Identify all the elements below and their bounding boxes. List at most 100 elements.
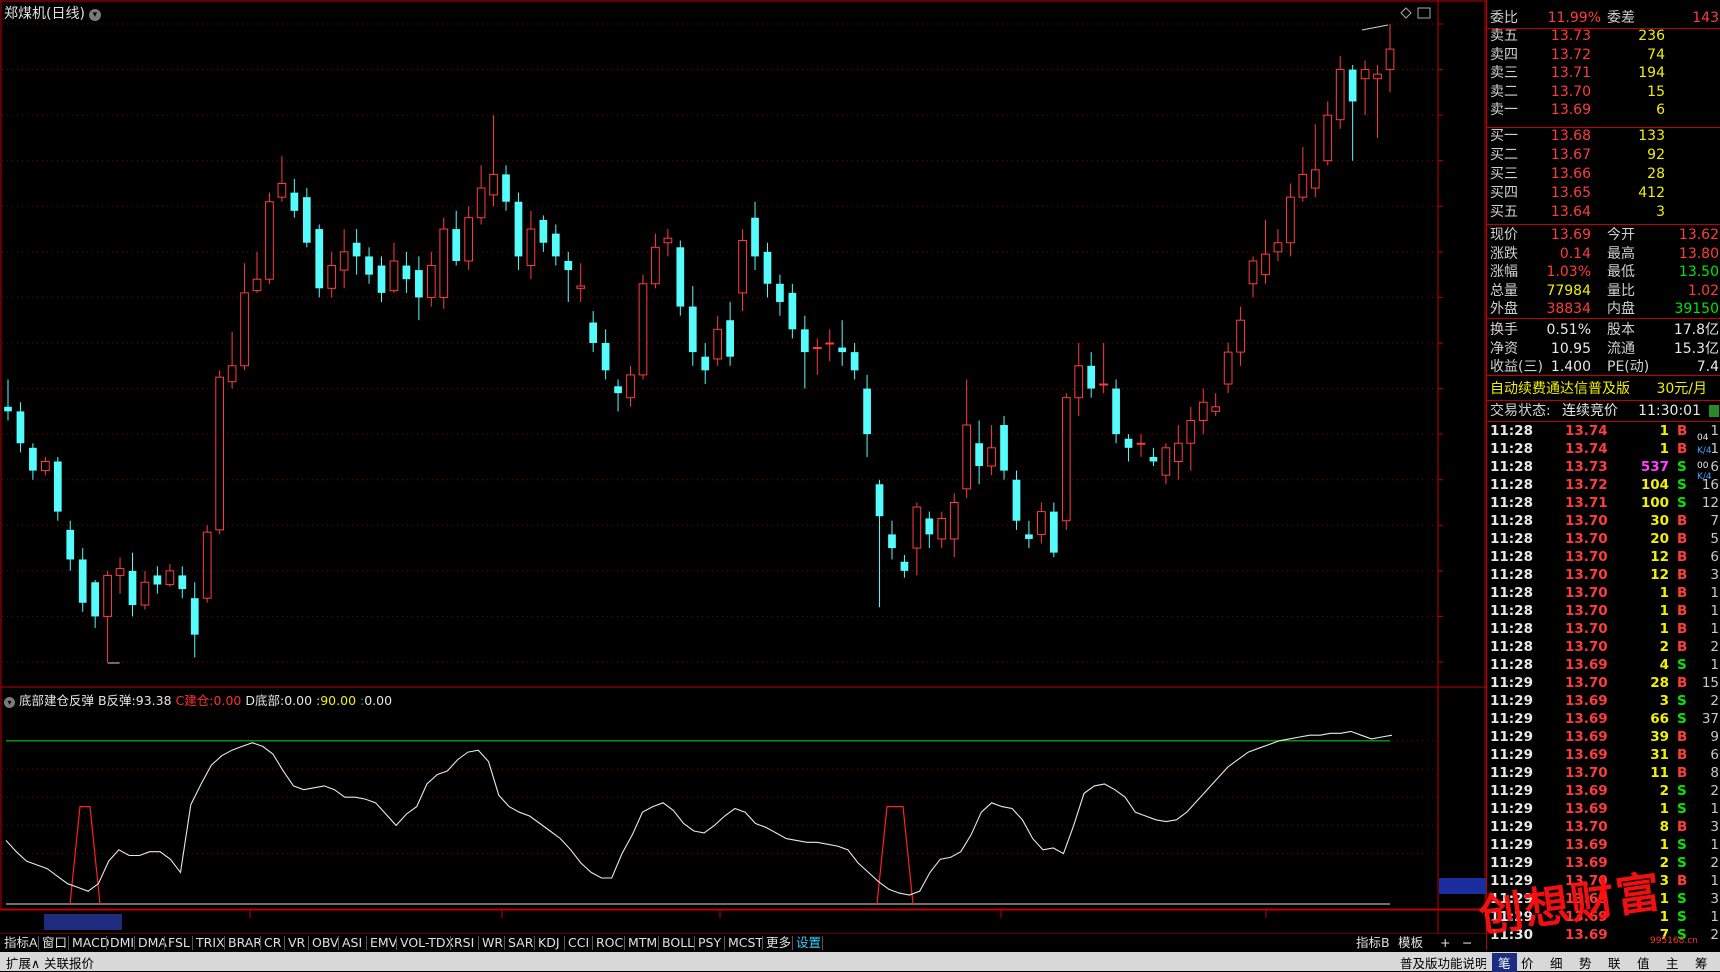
edition-info-link[interactable]: 普及版功能说明 (1400, 953, 1488, 972)
tab-vol-tdx[interactable]: VOL-TDX (400, 935, 454, 951)
panel-tab[interactable]: 价 (1521, 953, 1534, 972)
panel-tab[interactable]: 值 (1637, 953, 1650, 972)
tick-row: 11:28 13.70 2 B 2 (1487, 638, 1720, 656)
tab-cci[interactable]: CCI (568, 935, 589, 951)
stat-label: 涨跌 (1490, 245, 1518, 262)
tab-vr[interactable]: VR (288, 935, 305, 951)
tab-dmi[interactable]: DMI (110, 935, 134, 951)
stat-row: 外盘 38834 内盘 39150 (1487, 300, 1720, 318)
panel-tab[interactable]: 筹 (1695, 953, 1708, 972)
tab-a[interactable]: 指标A (4, 935, 38, 951)
tab-indicator-b[interactable]: 指标B (1356, 935, 1390, 951)
bid-price[interactable]: 13.66 (1551, 165, 1591, 183)
candle-body-up (1173, 442, 1183, 462)
tab-roc[interactable]: ROC (596, 935, 623, 951)
tab-fsl[interactable]: FSL (168, 935, 190, 951)
stock-title[interactable]: 郑煤机(日线) ▾ (4, 3, 101, 23)
tab-template[interactable]: 模板 (1398, 935, 1423, 951)
tick-price: 13.70 (1565, 549, 1608, 565)
indicator-name[interactable]: 底部建仓反弹 (19, 693, 94, 708)
promo-row[interactable]: 自动续费通达信普及版 30元/月 (1487, 380, 1720, 398)
tab-kdj[interactable]: KDJ (538, 935, 560, 951)
tab-trix[interactable]: TRIX (196, 935, 225, 951)
bid-price[interactable]: 13.64 (1551, 203, 1591, 221)
zoom-out-button[interactable]: − (1462, 935, 1472, 951)
candle-body-up (439, 228, 449, 298)
tab-brar[interactable]: BRAR (228, 935, 262, 951)
tick-price: 13.69 (1565, 837, 1608, 853)
panel-tab[interactable]: 联 (1608, 953, 1621, 972)
indicator-tab[interactable]: 设置 (796, 935, 821, 951)
ask-price[interactable]: 13.69 (1551, 101, 1591, 119)
candle-body-down (763, 251, 772, 284)
panel-tab[interactable]: 笔 (1492, 953, 1517, 972)
bid-price[interactable]: 13.68 (1551, 127, 1591, 145)
candle-body-down (1049, 511, 1058, 553)
tick-price: 13.69 (1565, 657, 1608, 673)
indicator-d-value: 0.00 (284, 693, 313, 708)
tick-side: B (1677, 819, 1688, 835)
tab-divider (38, 936, 39, 950)
tick-row: 11:28 13.70 12 B 6 (1487, 548, 1720, 566)
tick-count: 3 (1710, 819, 1719, 835)
ask-price[interactable]: 13.71 (1551, 64, 1591, 82)
indicator-dropdown-icon[interactable]: ▾ (4, 697, 15, 708)
tick-price: 13.70 (1565, 585, 1608, 601)
tab-sar[interactable]: SAR (508, 935, 533, 951)
tab-cr[interactable]: CR (264, 935, 281, 951)
candle-body-down (502, 174, 510, 202)
tab-dma[interactable]: DMA (138, 935, 167, 951)
expand-button[interactable]: 扩展∧ (6, 953, 40, 972)
tick-time: 11:29 (1490, 765, 1533, 781)
ask-price[interactable]: 13.72 (1551, 46, 1591, 64)
chart-canvas[interactable] (0, 0, 1486, 933)
promo-text[interactable]: 自动续费通达信普及版 (1490, 380, 1630, 398)
tab-rsi[interactable]: RSI (454, 935, 474, 951)
candle-body-down (29, 447, 37, 471)
tab-macd[interactable]: MACD (72, 935, 109, 951)
panel-tab[interactable]: 势 (1579, 953, 1592, 972)
bid-row: 买二 13.67 92 (1487, 146, 1720, 164)
promo-price[interactable]: 30元/月 (1656, 380, 1707, 398)
tick-volume: 39 (1650, 729, 1669, 745)
indicator-tab[interactable]: 更多 (766, 935, 791, 951)
tick-count: 1 (1710, 603, 1719, 619)
tab-psy[interactable]: PSY (698, 935, 721, 951)
tick-time: 11:29 (1490, 783, 1533, 799)
candle-body-up (1310, 169, 1320, 189)
tick-row: 11:28 13.70 1 B 1 (1487, 584, 1720, 602)
tab-obv[interactable]: OBV (312, 935, 339, 951)
bid-price[interactable]: 13.65 (1551, 184, 1591, 202)
candle-body-up (1385, 48, 1395, 71)
tab-boll[interactable]: BOLL (662, 935, 694, 951)
tick-volume: 66 (1650, 711, 1669, 727)
related-quote-button[interactable]: 关联报价 (44, 953, 94, 972)
tick-count: 2 (1710, 927, 1719, 943)
ask-price[interactable]: 13.73 (1551, 27, 1591, 45)
candle-body-up (626, 374, 635, 399)
tab-divider (284, 936, 285, 950)
candle-body-up (825, 342, 835, 345)
tick-count: 1 (1710, 585, 1719, 601)
panel-tab[interactable]: 主 (1666, 953, 1679, 972)
tick-side: S (1677, 711, 1687, 727)
tab-mcst[interactable]: MCST (728, 935, 763, 951)
indicator-c-value: 0.00 (213, 693, 242, 708)
candle-body-up (464, 217, 474, 262)
tab-asi[interactable]: ASI (342, 935, 362, 951)
scroll-up-icon[interactable] (1709, 405, 1719, 417)
panel-tab[interactable]: 细 (1550, 953, 1563, 972)
tick-row: 11:28 13.70 30 B 7 (1487, 512, 1720, 530)
bid-price[interactable]: 13.67 (1551, 146, 1591, 164)
tab-mtm[interactable]: MTM (628, 935, 657, 951)
tab-wr[interactable]: WR (482, 935, 503, 951)
indicator-tab[interactable]: 窗口 (42, 935, 67, 951)
ask-price[interactable]: 13.70 (1551, 83, 1591, 101)
tick-row: 11:29 13.69 31 B 6 (1487, 746, 1720, 764)
candle-body-up (638, 283, 648, 376)
candle-body-up (115, 568, 125, 576)
zoom-in-button[interactable]: + (1440, 935, 1450, 951)
tab-divider (396, 936, 397, 950)
tab-emv[interactable]: EMV (370, 935, 397, 951)
chevron-down-icon[interactable]: ▾ (88, 9, 101, 21)
